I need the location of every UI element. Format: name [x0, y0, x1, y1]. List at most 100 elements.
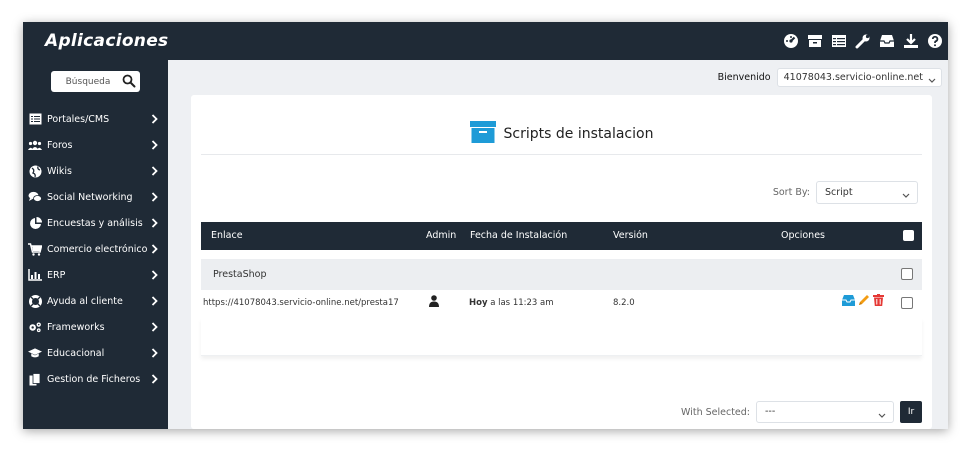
globe-icon: [28, 164, 42, 178]
install-link[interactable]: https://41078043.servicio-online.net/pre…: [203, 298, 399, 308]
list-icon[interactable]: [830, 32, 848, 50]
backup-icon[interactable]: [842, 294, 855, 309]
with-selected-label: With Selected:: [681, 406, 750, 418]
sort-by-select[interactable]: Script: [816, 181, 918, 204]
chevron-right-icon: [151, 322, 158, 335]
sidebar-item-label: Comercio electrónico: [47, 243, 148, 255]
chevron-right-icon: [151, 218, 158, 231]
sidebar-item-foros[interactable]: Foros: [23, 132, 168, 158]
bulk-actions: With Selected: --- Ir: [681, 401, 922, 423]
archive-icon: [469, 121, 496, 146]
sidebar-item-gestion-de-ficheros[interactable]: Gestion de Ficheros: [23, 366, 168, 392]
welcome-bar: Bienvenido 41078043.servicio-online.net: [718, 68, 942, 87]
sidebar-item-label: Social Networking: [47, 191, 133, 203]
with-selected-select[interactable]: ---: [756, 401, 894, 423]
download-icon[interactable]: [902, 32, 920, 50]
users-icon: [28, 138, 42, 152]
with-selected-value: ---: [765, 406, 776, 417]
search-input[interactable]: [51, 71, 121, 92]
table-header: Enlace Admin Fecha de Instalación Versió…: [201, 222, 922, 250]
lifebuoy-icon: [28, 294, 42, 308]
sidebar-item-comercio-electronico[interactable]: Comercio electrónico: [23, 236, 168, 262]
sidebar-item-portales-cms[interactable]: Portales/CMS: [23, 106, 168, 132]
sidebar-item-label: Frameworks: [47, 321, 105, 333]
page-title-text: Scripts de instalacion: [503, 125, 654, 142]
edit-pencil-icon[interactable]: [858, 294, 870, 309]
top-bar: Aplicaciones: [23, 22, 948, 60]
sort-by-value: Script: [825, 187, 853, 198]
search-icon[interactable]: [122, 74, 136, 91]
sidebar: Portales/CMS Foros Wikis Social Networki…: [23, 60, 168, 429]
column-header-fecha: Fecha de Instalación: [470, 230, 568, 241]
dashboard-icon[interactable]: [782, 32, 800, 50]
sidebar-item-label: Wikis: [47, 165, 72, 177]
table-bottom: [201, 318, 922, 356]
row-checkbox[interactable]: [901, 297, 913, 309]
sidebar-item-erp[interactable]: ERP: [23, 262, 168, 288]
table-row: https://41078043.servicio-online.net/pre…: [201, 290, 922, 318]
sort-by: Sort By: Script: [773, 181, 918, 204]
sidebar-item-educacional[interactable]: Educacional: [23, 340, 168, 366]
install-date-day: Hoy: [469, 298, 488, 308]
chevron-right-icon: [151, 192, 158, 205]
sidebar-item-encuestas[interactable]: Encuestas y análisis: [23, 210, 168, 236]
archive-icon[interactable]: [806, 32, 824, 50]
chevron-right-icon: [151, 114, 158, 127]
list-icon: [28, 112, 42, 126]
chevron-down-icon: [928, 75, 936, 86]
sidebar-item-label: Ayuda al cliente: [47, 295, 123, 307]
app-title: Aplicaciones: [45, 31, 169, 51]
app-window: Aplicaciones Búsqueda Portales/CMS Foros…: [23, 22, 948, 429]
delete-trash-icon[interactable]: [873, 294, 884, 309]
chevron-right-icon: [151, 348, 158, 361]
column-header-enlace: Enlace: [211, 230, 243, 241]
sidebar-item-label: ERP: [47, 269, 66, 281]
sidebar-item-label: Gestion de Ficheros: [47, 373, 141, 385]
install-date: Hoy a las 11:23 am: [469, 298, 554, 308]
sort-by-label: Sort By:: [772, 187, 810, 198]
group-row: PrestaShop: [201, 259, 922, 290]
scripts-table: Enlace Admin Fecha de Instalación Versió…: [201, 222, 922, 356]
user-select-value: 41078043.servicio-online.net: [783, 72, 923, 83]
graduation-cap-icon: [28, 346, 42, 360]
install-date-time: a las 11:23 am: [490, 298, 554, 308]
comments-icon: [28, 190, 42, 204]
top-icon-bar: [782, 22, 948, 60]
go-button[interactable]: Ir: [900, 401, 922, 423]
divider: [201, 154, 922, 155]
group-label: PrestaShop: [213, 269, 267, 280]
pie-chart-icon: [28, 216, 42, 230]
line-chart-icon: [28, 268, 42, 282]
column-header-admin: Admin: [426, 230, 457, 241]
sidebar-item-label: Encuestas y análisis: [47, 217, 143, 229]
chevron-right-icon: [151, 270, 158, 283]
chevron-right-icon: [151, 244, 158, 257]
column-header-opciones: Opciones: [781, 230, 825, 241]
help-icon[interactable]: [926, 32, 944, 50]
chevron-right-icon: [151, 296, 158, 309]
wrench-icon[interactable]: [854, 32, 872, 50]
sidebar-menu: Portales/CMS Foros Wikis Social Networki…: [23, 106, 168, 392]
sidebar-item-social-networking[interactable]: Social Networking: [23, 184, 168, 210]
search-box: [51, 71, 140, 92]
install-version: 8.2.0: [613, 298, 635, 308]
sidebar-item-wikis[interactable]: Wikis: [23, 158, 168, 184]
sidebar-item-ayuda-al-cliente[interactable]: Ayuda al cliente: [23, 288, 168, 314]
welcome-label: Bienvenido: [717, 72, 771, 83]
chevron-down-icon: [878, 410, 886, 421]
group-checkbox[interactable]: [901, 268, 913, 280]
sidebar-item-label: Educacional: [47, 347, 105, 359]
chevron-right-icon: [151, 166, 158, 179]
chevron-right-icon: [151, 374, 158, 387]
scripts-card: Scripts de instalacion Sort By: Script E…: [191, 95, 932, 429]
files-icon: [28, 372, 42, 386]
user-select[interactable]: 41078043.servicio-online.net: [776, 68, 942, 87]
select-all-checkbox[interactable]: [903, 230, 914, 241]
admin-user-icon[interactable]: [429, 295, 439, 310]
sidebar-item-label: Portales/CMS: [47, 113, 110, 125]
sidebar-item-frameworks[interactable]: Frameworks: [23, 314, 168, 340]
column-header-version: Versión: [613, 230, 648, 241]
sidebar-item-label: Foros: [47, 139, 73, 151]
inbox-icon[interactable]: [878, 32, 896, 50]
row-options: [842, 294, 884, 309]
